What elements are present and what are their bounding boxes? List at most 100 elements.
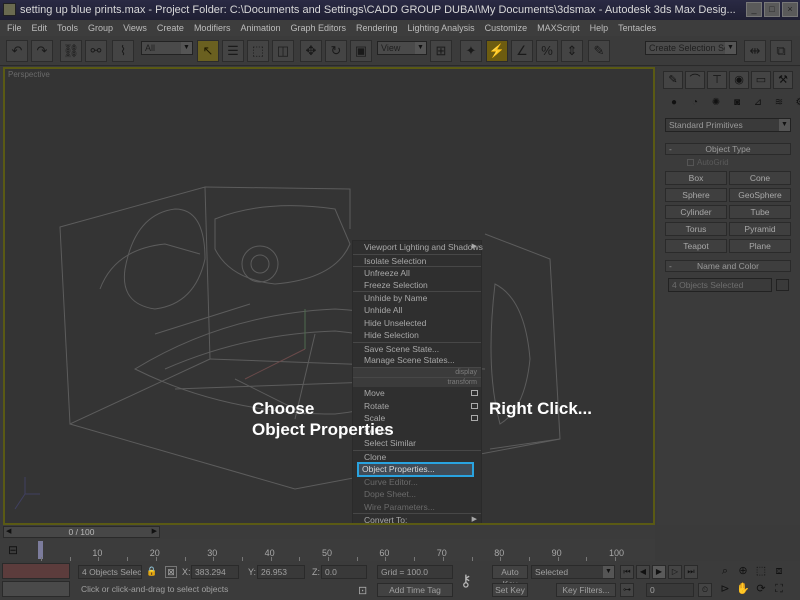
box-button[interactable]: Box [665, 171, 727, 185]
field-of-view-icon[interactable]: ⊳ [717, 581, 733, 597]
quad-menu-item[interactable]: Unfreeze All [353, 266, 481, 279]
select-by-name-icon[interactable]: ☰ [222, 40, 244, 62]
zoom-extents-all-icon[interactable]: ⧈ [771, 563, 787, 579]
maxscript-output[interactable] [2, 581, 70, 597]
menu-tools[interactable]: Tools [52, 20, 83, 36]
settings-box-icon[interactable] [471, 389, 478, 396]
geosphere-button[interactable]: GeoSphere [729, 188, 791, 202]
menu-maxscript[interactable]: MAXScript [532, 20, 585, 36]
quad-menu-item[interactable]: Convert To: ▶ [353, 513, 481, 523]
move-icon[interactable]: ✥ [300, 40, 322, 62]
menu-animation[interactable]: Animation [235, 20, 285, 36]
align-icon[interactable]: ⧉ [770, 40, 792, 62]
zoom-all-icon[interactable]: ⊕ [735, 563, 751, 579]
app-icon[interactable] [3, 3, 16, 16]
set-key-button[interactable]: Set Key [492, 583, 528, 597]
maximize-viewport-icon[interactable]: ⛶ [771, 581, 787, 597]
scale-icon[interactable]: ▣ [350, 40, 372, 62]
bind-space-warp-icon[interactable]: ⌇ [112, 40, 134, 62]
percent-snap-icon[interactable]: % [536, 40, 558, 62]
teapot-button[interactable]: Teapot [665, 239, 727, 253]
select-and-link-icon[interactable]: ⛓ [60, 40, 82, 62]
tube-button[interactable]: Tube [729, 205, 791, 219]
go-to-start-icon[interactable]: ⏮ [620, 565, 634, 579]
space-warps-icon[interactable]: ≋ [770, 95, 788, 111]
select-manipulate-icon[interactable]: ✦ [460, 40, 482, 62]
name-and-color-rollout[interactable]: - Name and Color [665, 260, 791, 272]
menu-customize[interactable]: Customize [480, 20, 533, 36]
set-key-mode-icon[interactable]: ⚷ [460, 571, 472, 591]
menu-group[interactable]: Group [83, 20, 118, 36]
unlink-icon[interactable]: ⚯ [85, 40, 107, 62]
select-object-icon[interactable]: ↖ [197, 40, 219, 62]
next-frame-icon[interactable]: ▶ [152, 527, 157, 537]
sphere-button[interactable]: Sphere [665, 188, 727, 202]
menu-tentacles[interactable]: Tentacles [613, 20, 661, 36]
orbit-icon[interactable]: ⟳ [753, 581, 769, 597]
maxscript-listener[interactable] [2, 563, 70, 579]
maximize-button[interactable]: □ [764, 2, 780, 17]
named-selection-set-dropdown[interactable]: Create Selection Se ▼ [645, 41, 737, 55]
menu-lighting-analysis[interactable]: Lighting Analysis [403, 20, 480, 36]
minimize-button[interactable]: _ [746, 2, 762, 17]
quad-menu-item[interactable]: Save Scene State... [353, 341, 481, 355]
primitive-category-dropdown[interactable]: Standard Primitives ▼ [665, 118, 791, 132]
mini-curve-editor-icon[interactable]: ⊟ [8, 543, 18, 557]
time-configuration-icon[interactable]: ⏲ [698, 583, 712, 597]
menu-views[interactable]: Views [118, 20, 152, 36]
cone-button[interactable]: Cone [729, 171, 791, 185]
next-frame-icon[interactable]: ▷ [668, 565, 682, 579]
create-tab-icon[interactable]: ✎ [663, 71, 683, 89]
zoom-extents-icon[interactable]: ⬚ [753, 563, 769, 579]
redo-icon[interactable]: ↷ [31, 40, 53, 62]
object-color-swatch[interactable] [776, 279, 789, 291]
lock-selection-icon[interactable]: 🔒 [146, 566, 157, 577]
window-crossing-icon[interactable]: ◫ [272, 40, 294, 62]
absolute-mode-icon[interactable]: ⊠ [165, 566, 177, 578]
motion-tab-icon[interactable]: ◉ [729, 71, 749, 89]
settings-box-icon[interactable] [471, 402, 478, 409]
prev-frame-icon[interactable]: ◀ [6, 527, 11, 537]
systems-icon[interactable]: ⚙ [791, 95, 800, 111]
selection-filter-dropdown[interactable]: All ▼ [141, 41, 193, 55]
autogrid-checkbox[interactable]: AutoGrid [687, 158, 729, 167]
spinner-snap-icon[interactable]: ⇕ [561, 40, 583, 62]
cylinder-button[interactable]: Cylinder [665, 205, 727, 219]
quad-menu-item[interactable]: Hide Selection [353, 329, 481, 342]
undo-icon[interactable]: ↶ [6, 40, 28, 62]
menu-file[interactable]: File [2, 20, 27, 36]
angle-snap-icon[interactable]: ∠ [511, 40, 533, 62]
time-slider[interactable]: ◀ 0 / 100 ▶ [3, 526, 160, 538]
object-type-rollout[interactable]: - Object Type [665, 143, 791, 155]
quad-menu-item[interactable]: Isolate Selection [353, 253, 481, 267]
close-button[interactable]: × [782, 2, 798, 17]
add-time-tag-button[interactable]: Add Time Tag [377, 583, 453, 597]
quad-menu-item[interactable]: Freeze Selection [353, 279, 481, 292]
pan-icon[interactable]: ✋ [735, 581, 751, 597]
pyramid-button[interactable]: Pyramid [729, 222, 791, 236]
menu-graph-editors[interactable]: Graph Editors [285, 20, 351, 36]
quad-menu-item[interactable]: Hide Unselected [353, 317, 481, 330]
reference-coordinate-dropdown[interactable]: View ▼ [377, 41, 427, 55]
menu-edit[interactable]: Edit [27, 20, 53, 36]
snaps-toggle-icon[interactable]: ⚡ [486, 40, 508, 62]
plane-button[interactable]: Plane [729, 239, 791, 253]
quad-menu-item[interactable]: Unhide All [353, 304, 481, 317]
rotate-icon[interactable]: ↻ [325, 40, 347, 62]
mirror-icon[interactable]: ⇹ [744, 40, 766, 62]
key-mode-toggle-icon[interactable]: ⊶ [620, 583, 634, 597]
lights-icon[interactable]: ✺ [707, 95, 725, 111]
previous-frame-icon[interactable]: ◀ [636, 565, 650, 579]
perspective-viewport[interactable]: Perspective Viewport Lighting and Shadow… [3, 67, 655, 525]
zoom-icon[interactable]: ⌕ [717, 563, 733, 579]
object-name-field[interactable]: 4 Objects Selected [668, 278, 772, 292]
quad-menu-item[interactable]: Clone [353, 449, 481, 463]
go-to-end-icon[interactable]: ⏭ [684, 565, 698, 579]
menu-help[interactable]: Help [585, 20, 614, 36]
quad-menu-item[interactable]: Viewport Lighting and Shadows ▶ [353, 241, 483, 254]
z-coordinate-field[interactable]: 0.0 [321, 565, 367, 579]
quad-menu-item[interactable]: Manage Scene States... [353, 354, 481, 367]
time-tag-icon[interactable]: ⊡ [358, 584, 367, 597]
track-bar[interactable]: ⊟ 10 20 30 40 50 60 70 80 90 100 [0, 539, 655, 561]
menu-create[interactable]: Create [152, 20, 189, 36]
